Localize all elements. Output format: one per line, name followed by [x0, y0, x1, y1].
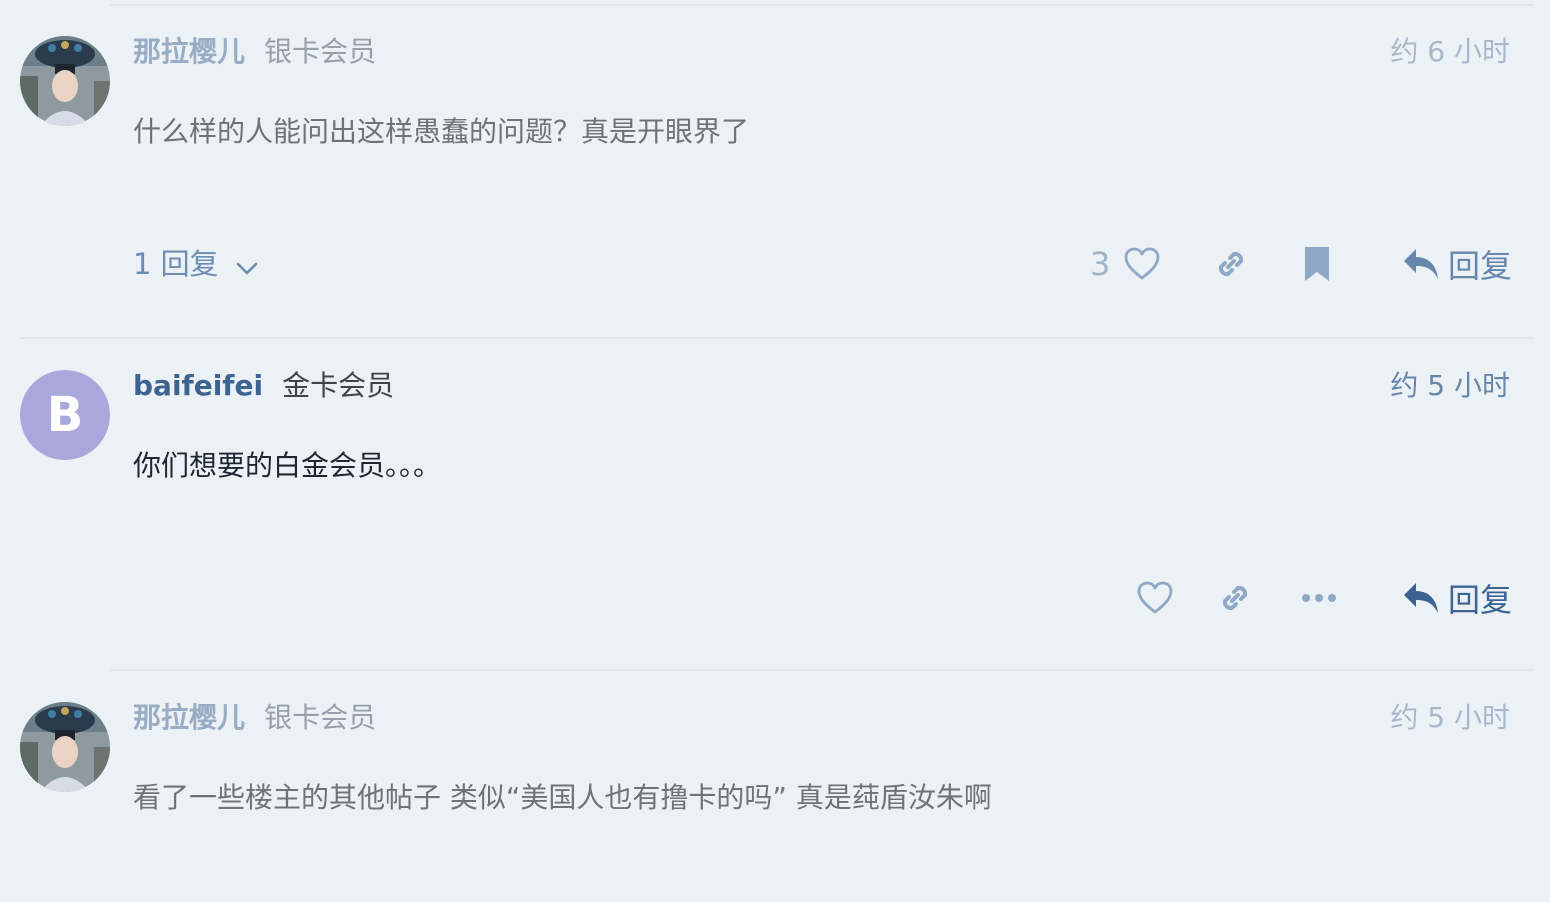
avatar-letter: B	[46, 387, 84, 443]
user-avatar[interactable]	[20, 36, 110, 126]
portrait-photo-icon	[20, 702, 110, 792]
more-actions-button[interactable]	[1298, 578, 1340, 618]
reply-arrow-icon	[1403, 583, 1438, 613]
post-divider	[110, 4, 1534, 6]
heart-icon	[1137, 581, 1173, 614]
portrait-photo-icon	[20, 36, 110, 126]
post-date[interactable]: 约 5 小时	[1390, 698, 1510, 738]
post-divider	[20, 337, 1534, 339]
post-content: 看了一些楼主的其他帖子 类似“美国人也有撸卡的吗” 真是莼盾汝朱啊	[133, 781, 992, 814]
poster-names: baifeifei 金卡会员	[133, 366, 394, 406]
topic-stream: 那拉樱儿 银卡会员 约 6 小时 什么样的人能问出这样愚蠢的问题？真是开眼界了 …	[0, 0, 1550, 902]
username-link[interactable]: 那拉樱儿	[133, 701, 245, 734]
post-date[interactable]: 约 5 小时	[1390, 366, 1510, 406]
ellipsis-icon	[1302, 594, 1336, 602]
post-content: 你们想要的白金会员。。。	[133, 449, 442, 482]
post-divider	[110, 669, 1534, 671]
show-replies-button[interactable]: 1 回复	[133, 244, 258, 284]
reply-arrow-icon	[1403, 249, 1438, 279]
user-title: 银卡会员	[264, 701, 377, 734]
poster-names: 那拉樱儿 银卡会员	[133, 32, 376, 72]
reply-button-label: 回复	[1447, 247, 1512, 285]
username-link[interactable]: baifeifei	[133, 369, 263, 402]
link-icon	[1218, 251, 1244, 277]
like-count: 3	[1090, 245, 1111, 283]
replies-count-label: 1 回复	[133, 247, 219, 281]
copy-link-button[interactable]	[1214, 578, 1256, 618]
link-icon	[1222, 585, 1248, 611]
reply-button[interactable]: 回复	[1402, 578, 1512, 619]
heart-icon	[1124, 247, 1160, 280]
reply-button-label: 回复	[1447, 581, 1512, 619]
poster-names: 那拉樱儿 银卡会员	[133, 698, 376, 738]
user-avatar[interactable]	[20, 702, 110, 792]
user-avatar[interactable]: B	[20, 370, 110, 460]
post-date[interactable]: 约 6 小时	[1390, 32, 1510, 72]
reply-button[interactable]: 回复	[1402, 244, 1512, 285]
chevron-down-icon	[236, 246, 258, 286]
username-link[interactable]: 那拉樱儿	[133, 35, 245, 68]
bookmark-icon	[1305, 247, 1329, 281]
like-button[interactable]: 3	[1090, 244, 1160, 284]
user-title: 银卡会员	[264, 35, 377, 68]
user-title: 金卡会员	[282, 369, 395, 402]
like-button[interactable]	[1136, 578, 1174, 618]
bookmark-button[interactable]	[1298, 244, 1336, 284]
post-content: 什么样的人能问出这样愚蠢的问题？真是开眼界了	[133, 115, 750, 148]
copy-link-button[interactable]	[1210, 244, 1252, 284]
